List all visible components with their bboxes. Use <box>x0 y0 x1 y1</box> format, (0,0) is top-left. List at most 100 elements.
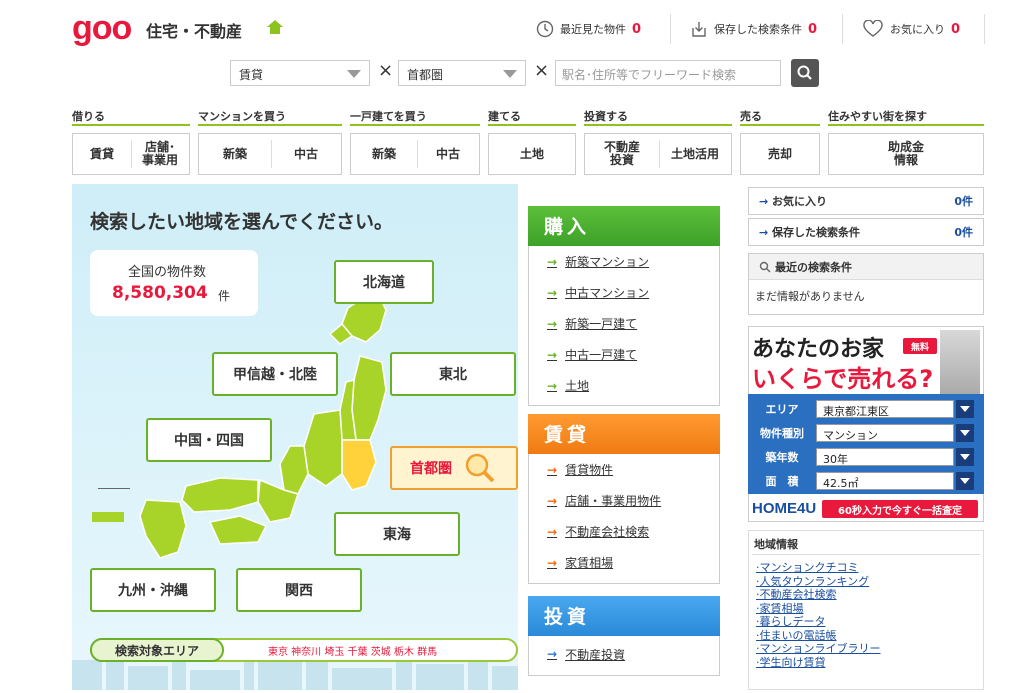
arrow-right-icon: → <box>547 647 558 661</box>
side-saved-search[interactable]: → 保存した検索条件 0件 <box>748 218 984 246</box>
property-type-select[interactable]: 賃貸 <box>230 60 370 86</box>
ad-size-label: 面 積 <box>765 475 799 488</box>
side-favorites[interactable]: → お気に入り 0件 <box>748 187 984 215</box>
recent-viewed-link[interactable]: 最近見た物件 0 <box>536 20 641 38</box>
region-koshinetsu[interactable]: 甲信越・北陸 <box>212 352 338 396</box>
ad-form: エリア 東京都江東区 物件種別 マンション 築年数 30年 面 積 42.5㎡ <box>748 394 984 494</box>
info-link[interactable]: ·住まいの電話帳 <box>756 629 881 643</box>
info-link[interactable]: ·マンションクチコミ <box>756 561 881 575</box>
ad-area-select[interactable]: 東京都江東区 <box>816 400 954 418</box>
chevron-down-icon[interactable] <box>956 448 974 466</box>
ad-type-label: 物件種別 <box>760 427 804 440</box>
buy-link-used-house[interactable]: → 中古一戸建て <box>529 339 719 370</box>
region-tokai[interactable]: 東海 <box>334 512 460 556</box>
saved-search-link[interactable]: 保存した検索条件 0 <box>690 20 817 38</box>
region-chugoku-shikoku[interactable]: 中国・四国 <box>146 418 272 462</box>
arrow-right-icon: → <box>759 195 773 208</box>
info-link[interactable]: ·マンションライブラリー <box>756 642 881 656</box>
info-link[interactable]: ·家賃相場 <box>756 602 881 616</box>
invest-section: 投資 → 不動産投資 <box>528 596 720 676</box>
buy-section: 購入 → 新築マンション → 中古マンション → 新築一戸建て → 中古一戸建て → 土地 <box>528 206 720 406</box>
saved-search-count: 0 <box>808 21 818 37</box>
region-tohoku[interactable]: 東北 <box>390 352 516 396</box>
nav-house-used[interactable]: 中古 <box>417 134 479 174</box>
buy-link-new-house[interactable]: → 新築一戸建て <box>529 308 719 339</box>
nav-category-buy-mansion: マンションを買う <box>198 110 286 123</box>
chevron-down-icon[interactable] <box>956 424 974 442</box>
rent-link-property[interactable]: → 賃貸物件 <box>529 454 719 485</box>
ad-age-select[interactable]: 30年 <box>816 448 954 466</box>
info-link[interactable]: ·不動産会社検索 <box>756 588 881 602</box>
goo-logo[interactable]: goo <box>72 11 132 45</box>
arrow-right-icon: → <box>547 524 558 539</box>
freeword-search-input[interactable]: 駅名･住所等でフリーワード検索 <box>555 60 781 86</box>
search-icon <box>759 261 771 272</box>
info-link[interactable]: ·学生向け賃貸 <box>756 656 881 670</box>
nav-mansion-new[interactable]: 新築 <box>199 134 271 174</box>
download-icon <box>692 22 706 37</box>
arrow-right-icon: → <box>547 378 558 393</box>
heart-icon <box>863 20 883 37</box>
chevron-down-icon[interactable] <box>956 400 974 418</box>
nav-land-use[interactable]: 土地活用 <box>659 134 731 174</box>
area-select[interactable]: 首都圏 <box>398 60 526 86</box>
chevron-down-icon[interactable] <box>956 472 974 490</box>
ad-headline-2: いくらで売れる? <box>752 365 934 393</box>
region-shutoken-label: 首都圏 <box>410 461 452 477</box>
arrow-right-icon: → <box>547 347 558 362</box>
nav-group-house: 新築 中古 <box>350 133 480 175</box>
ad-size-select[interactable]: 42.5㎡ <box>816 472 954 490</box>
home4u-logo: HOME4U <box>752 500 817 517</box>
favorites-link[interactable]: お気に入り 0 <box>862 20 960 38</box>
nav-store[interactable]: 店舗･ 事業用 <box>131 134 189 174</box>
search-button[interactable] <box>791 59 819 87</box>
nav-mansion-used[interactable]: 中古 <box>271 134 341 174</box>
buy-link-used-mansion[interactable]: → 中古マンション <box>529 277 719 308</box>
rent-link-company[interactable]: → 不動産会社検索 <box>529 516 719 547</box>
info-link[interactable]: ·暮らしデータ <box>756 615 881 629</box>
buy-link-new-mansion[interactable]: → 新築マンション <box>529 246 719 277</box>
nav-house-new[interactable]: 新築 <box>351 134 417 174</box>
side-recent-search: 最近の検索条件 まだ情報がありません <box>748 253 984 315</box>
buy-link-land[interactable]: → 土地 <box>529 370 719 401</box>
clear-type-icon[interactable]: × <box>378 60 393 81</box>
region-shutoken[interactable]: 首都圏 <box>390 446 518 490</box>
property-count-label: 全国の物件数 <box>128 265 207 280</box>
map-title: 検索したい地域を選んでください。 <box>90 211 394 233</box>
nav-group-rent: 賃貸 店舗･ 事業用 <box>72 133 190 175</box>
nav-sell[interactable]: 売却 <box>741 134 819 174</box>
chevron-down-icon <box>503 70 517 78</box>
nav-category-invest: 投資する <box>584 110 628 123</box>
nav-subsidy-line2: 情報 <box>893 153 918 167</box>
rent-section: 賃貸 → 賃貸物件 → 店舗・事業用物件 → 不動産会社検索 → 家賃相場 <box>528 414 720 584</box>
nav-category-sell: 売る <box>740 110 762 123</box>
rent-link-store[interactable]: → 店舗・事業用物件 <box>529 485 719 516</box>
info-link[interactable]: ·人気タウンランキング <box>756 575 881 589</box>
region-kansai[interactable]: 関西 <box>236 568 362 612</box>
nav-category-rent: 借りる <box>72 110 105 123</box>
saved-search-label: 保存した検索条件 <box>714 23 802 36</box>
ad-free-badge: 無料 <box>903 338 937 354</box>
arrow-right-icon: → <box>547 555 558 570</box>
invest-link[interactable]: → 不動産投資 <box>529 636 719 672</box>
region-kyushu-okinawa[interactable]: 九州・沖縄 <box>90 568 216 612</box>
favorites-count: 0 <box>951 21 961 37</box>
recent-viewed-count: 0 <box>632 21 642 37</box>
nav-subsidy[interactable]: 助成金 情報 <box>829 134 983 174</box>
nav-group-sell: 売却 <box>740 133 820 175</box>
ad-cta-button[interactable]: 60秒入力で今すぐ一括査定 <box>822 500 978 518</box>
nav-land[interactable]: 土地 <box>489 134 575 174</box>
nav-invest[interactable]: 不動産 投資 <box>585 134 659 174</box>
regional-info-list: ·マンションクチコミ ·人気タウンランキング ·不動産会社検索 ·家賃相場 ·暮… <box>756 561 881 669</box>
nav-category-buy-house: 一戸建てを買う <box>350 110 427 123</box>
nav-store-line2: 事業用 <box>141 153 178 167</box>
rent-link-market[interactable]: → 家賃相場 <box>529 547 719 578</box>
nav-invest-line2: 投資 <box>609 153 634 167</box>
arrow-right-icon: → <box>547 254 558 269</box>
ad-type-select[interactable]: マンション <box>816 424 954 442</box>
clear-area-icon[interactable]: × <box>534 60 549 81</box>
nav-rent[interactable]: 賃貸 <box>73 134 131 174</box>
region-hokkaido[interactable]: 北海道 <box>334 260 434 304</box>
arrow-right-icon: → <box>547 285 558 300</box>
side-fav-label: お気に入り <box>772 195 828 208</box>
